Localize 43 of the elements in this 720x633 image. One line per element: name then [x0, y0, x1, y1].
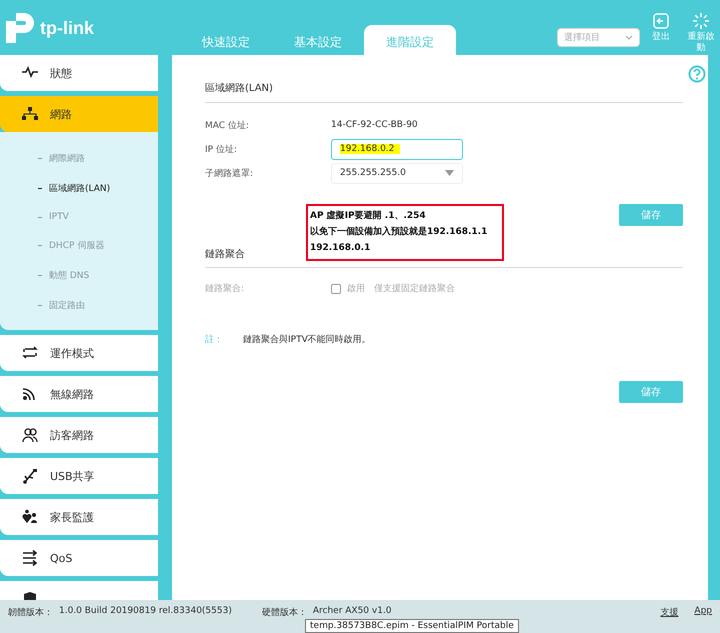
logout-icon	[652, 12, 670, 30]
section-title: 區域網路(LAN)	[205, 75, 683, 103]
chevron-icon	[625, 35, 633, 40]
sidebar-item[interactable]: 運作模式	[0, 335, 158, 371]
network-icon	[22, 106, 38, 122]
subnet-select[interactable]: 255.255.255.0	[331, 162, 463, 184]
window-tooltip: temp.38573B8C.epim - EssentialPIM Portable	[305, 619, 519, 633]
footer-link[interactable]: 支援	[660, 606, 678, 619]
field-value: 14-CF-92-CC-BB-90	[331, 120, 418, 130]
field-label: 鏈路聚合:	[205, 282, 246, 295]
sidebar-item[interactable]: 訪客網路	[0, 417, 158, 453]
wireless-icon	[22, 386, 38, 402]
field-label: MAC 位址:	[205, 120, 250, 132]
help-icon	[688, 65, 706, 83]
annotation-text: 以免下一個設備加入預設就是192.168.1.1	[310, 226, 488, 239]
sidebar-item[interactable]: 家長監護	[0, 499, 158, 535]
logo-text: tp-link	[40, 18, 94, 38]
people-icon	[22, 427, 38, 443]
field-label: IP 位址:	[205, 144, 238, 156]
footer-label: 韌體版本：	[8, 606, 53, 619]
note-label: 註：	[205, 334, 224, 346]
usb-icon	[22, 468, 38, 484]
family-icon	[22, 509, 38, 525]
sidebar-item[interactable]: QoS	[0, 540, 158, 576]
sparkle-icon	[692, 12, 710, 30]
firmware-version: 1.0.0 Build 20190819 rel.83340(5553)	[59, 606, 232, 616]
annotation-text: AP 虛擬IP要避開 .1、.254	[310, 210, 427, 223]
note-text: 鏈路聚合與IPTV不能同時啟用。	[243, 334, 371, 346]
arrows-icon	[22, 550, 38, 566]
ip-input-field[interactable]: 192.168.0.2	[331, 138, 463, 160]
checkbox-label: 啟用	[347, 282, 365, 295]
swap-arrows-icon	[22, 345, 38, 361]
sidebar-item[interactable]: 無線網路	[0, 376, 158, 412]
footer-link[interactable]: App	[694, 606, 712, 619]
footer-label: 硬體版本：	[262, 606, 307, 619]
sidebar-item[interactable]: 網路	[0, 96, 158, 132]
field-label: 子網路遮罩:	[205, 168, 254, 180]
sidebar-item[interactable]: 狀態	[0, 55, 158, 91]
dropdown-icon	[445, 170, 454, 176]
hardware-version: Archer AX50 v1.0	[312, 606, 392, 616]
hint-text: 僅支援固定鏈路聚合	[374, 282, 455, 295]
submenu-item[interactable]: 區域網路(LAN)	[38, 182, 158, 195]
sidebar-item[interactable]: USB共享	[0, 458, 158, 494]
